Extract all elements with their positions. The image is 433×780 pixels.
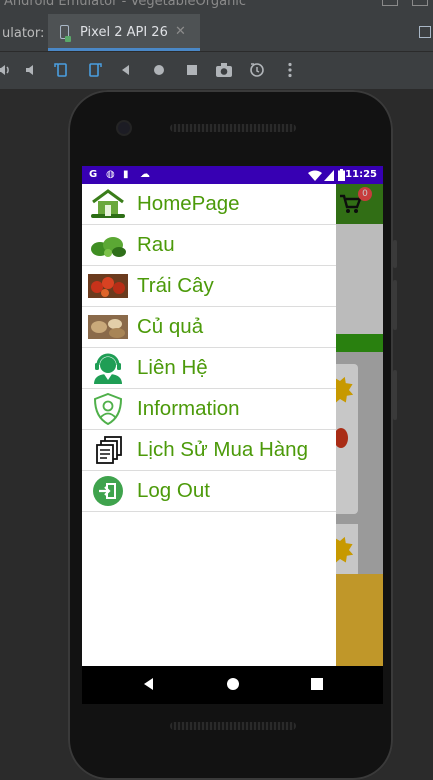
- volume-rocker: [393, 280, 397, 330]
- user-shield-icon: [93, 393, 123, 425]
- window-title: Android Emulator - VegetableOrganic: [4, 0, 247, 9]
- status-time: 11:25: [345, 169, 377, 180]
- menu-item-label: Log Out: [137, 479, 210, 502]
- menu-item-trai-cay[interactable]: Trái Cây: [82, 266, 336, 307]
- order-history-icon: [96, 436, 122, 464]
- nav-back-icon[interactable]: [142, 676, 156, 692]
- device-icon: [60, 25, 71, 42]
- cloud-icon: ☁: [140, 169, 150, 180]
- menu-item-cu-qua[interactable]: Củ quả: [82, 307, 336, 348]
- tabbar-prefix-label: ulator:: [2, 26, 45, 41]
- sync-icon: ◍: [106, 169, 115, 180]
- menu-item-label: Information: [137, 397, 240, 420]
- support-agent-icon: [94, 353, 122, 384]
- back-icon[interactable]: [118, 61, 134, 79]
- root-vegetable-icon: [88, 315, 128, 339]
- bottom-speaker: [170, 722, 296, 730]
- top-speaker: [170, 124, 296, 132]
- emulator-toolbar: [0, 52, 433, 89]
- menu-item-label: Trái Cây: [137, 274, 214, 297]
- emulator-tab-bar: ulator: Pixel 2 API 26 ✕: [0, 14, 433, 52]
- nav-overview-icon[interactable]: [310, 676, 324, 692]
- signal-icon: [324, 170, 334, 181]
- fruit-icon: [88, 274, 128, 298]
- menu-item-label: Lịch Sử Mua Hàng: [137, 438, 308, 461]
- volume-down-icon[interactable]: [24, 61, 42, 79]
- google-icon: G: [89, 169, 98, 180]
- menu-item-label: Rau: [137, 233, 175, 256]
- sd-card-icon: ▮: [123, 169, 129, 180]
- menu-item-lien-he[interactable]: Liên Hệ: [82, 348, 336, 389]
- menu-item-rau[interactable]: Rau: [82, 225, 336, 266]
- wifi-icon: [308, 170, 322, 181]
- tab-device[interactable]: Pixel 2 API 26 ✕: [48, 14, 200, 51]
- menu-item-information[interactable]: Information: [82, 389, 336, 430]
- volume-up-icon[interactable]: [0, 61, 14, 79]
- window-control[interactable]: [412, 0, 428, 6]
- emulator-title-bar: Android Emulator - VegetableOrganic: [0, 0, 433, 14]
- zoom-icon[interactable]: [247, 61, 267, 79]
- nav-home-icon[interactable]: [225, 676, 241, 692]
- rotate-right-icon[interactable]: [84, 61, 104, 79]
- menu-item-log-out[interactable]: Log Out: [82, 471, 336, 512]
- rotate-left-icon[interactable]: [52, 61, 72, 79]
- menu-item-homepage[interactable]: HomePage: [82, 184, 336, 225]
- window-mode-icon[interactable]: [419, 26, 431, 38]
- window-control[interactable]: [382, 0, 398, 6]
- volume-rocker: [393, 370, 397, 420]
- more-icon[interactable]: [282, 61, 298, 79]
- power-button: [393, 240, 397, 268]
- close-icon[interactable]: ✕: [175, 24, 186, 39]
- logout-icon: [93, 476, 123, 506]
- front-camera: [118, 122, 130, 134]
- menu-item-label: Củ quả: [137, 315, 204, 338]
- menu-item-label: HomePage: [137, 192, 240, 215]
- vegetable-icon: [91, 237, 126, 257]
- home-button-icon[interactable]: [151, 61, 167, 79]
- android-nav-bar: [82, 666, 383, 704]
- menu-item-label: Liên Hệ: [137, 356, 208, 379]
- navigation-drawer: HomePage Rau Trái Cây Củ quả Liên Hệ Inf…: [82, 184, 336, 666]
- home-icon: [91, 189, 125, 218]
- camera-icon[interactable]: [214, 61, 234, 79]
- status-bar: G ◍ ▮ ☁ 11:25: [82, 166, 383, 184]
- battery-icon: [338, 169, 345, 181]
- phone-screen: G ◍ ▮ ☁ 11:25 0 HomePage Rau Trái Cây Củ…: [82, 166, 383, 666]
- overview-icon[interactable]: [184, 61, 200, 79]
- tab-device-label: Pixel 2 API 26: [80, 25, 168, 40]
- menu-item-lich-su-mua-hang[interactable]: Lịch Sử Mua Hàng: [82, 430, 336, 471]
